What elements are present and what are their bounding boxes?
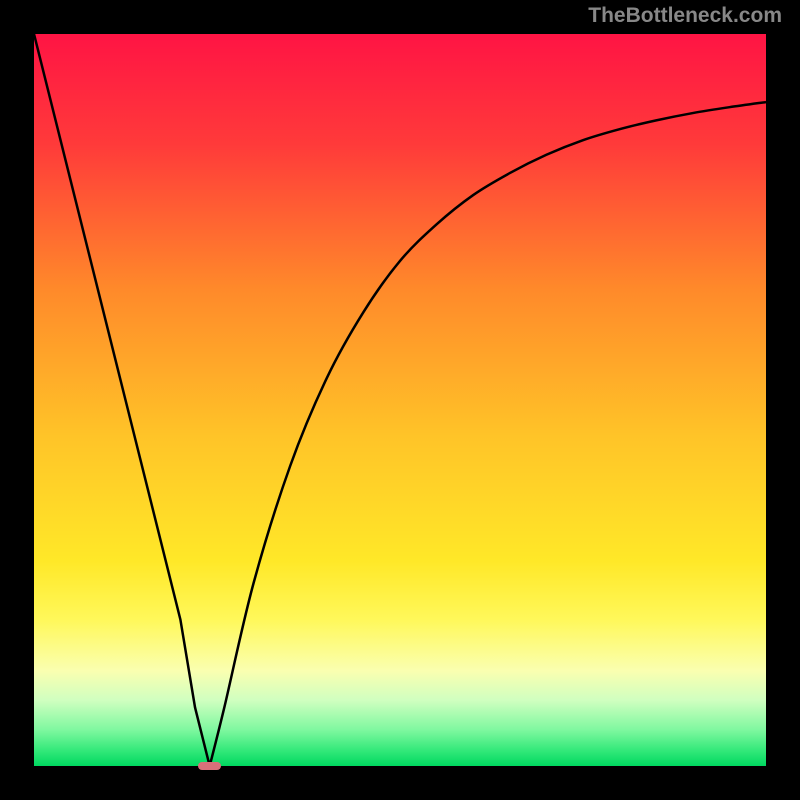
plot-area	[34, 34, 766, 766]
watermark-text: TheBottleneck.com	[588, 4, 782, 28]
minimum-marker	[198, 762, 221, 771]
chart-outer-frame: TheBottleneck.com	[0, 0, 800, 800]
bottleneck-curve	[34, 34, 766, 766]
